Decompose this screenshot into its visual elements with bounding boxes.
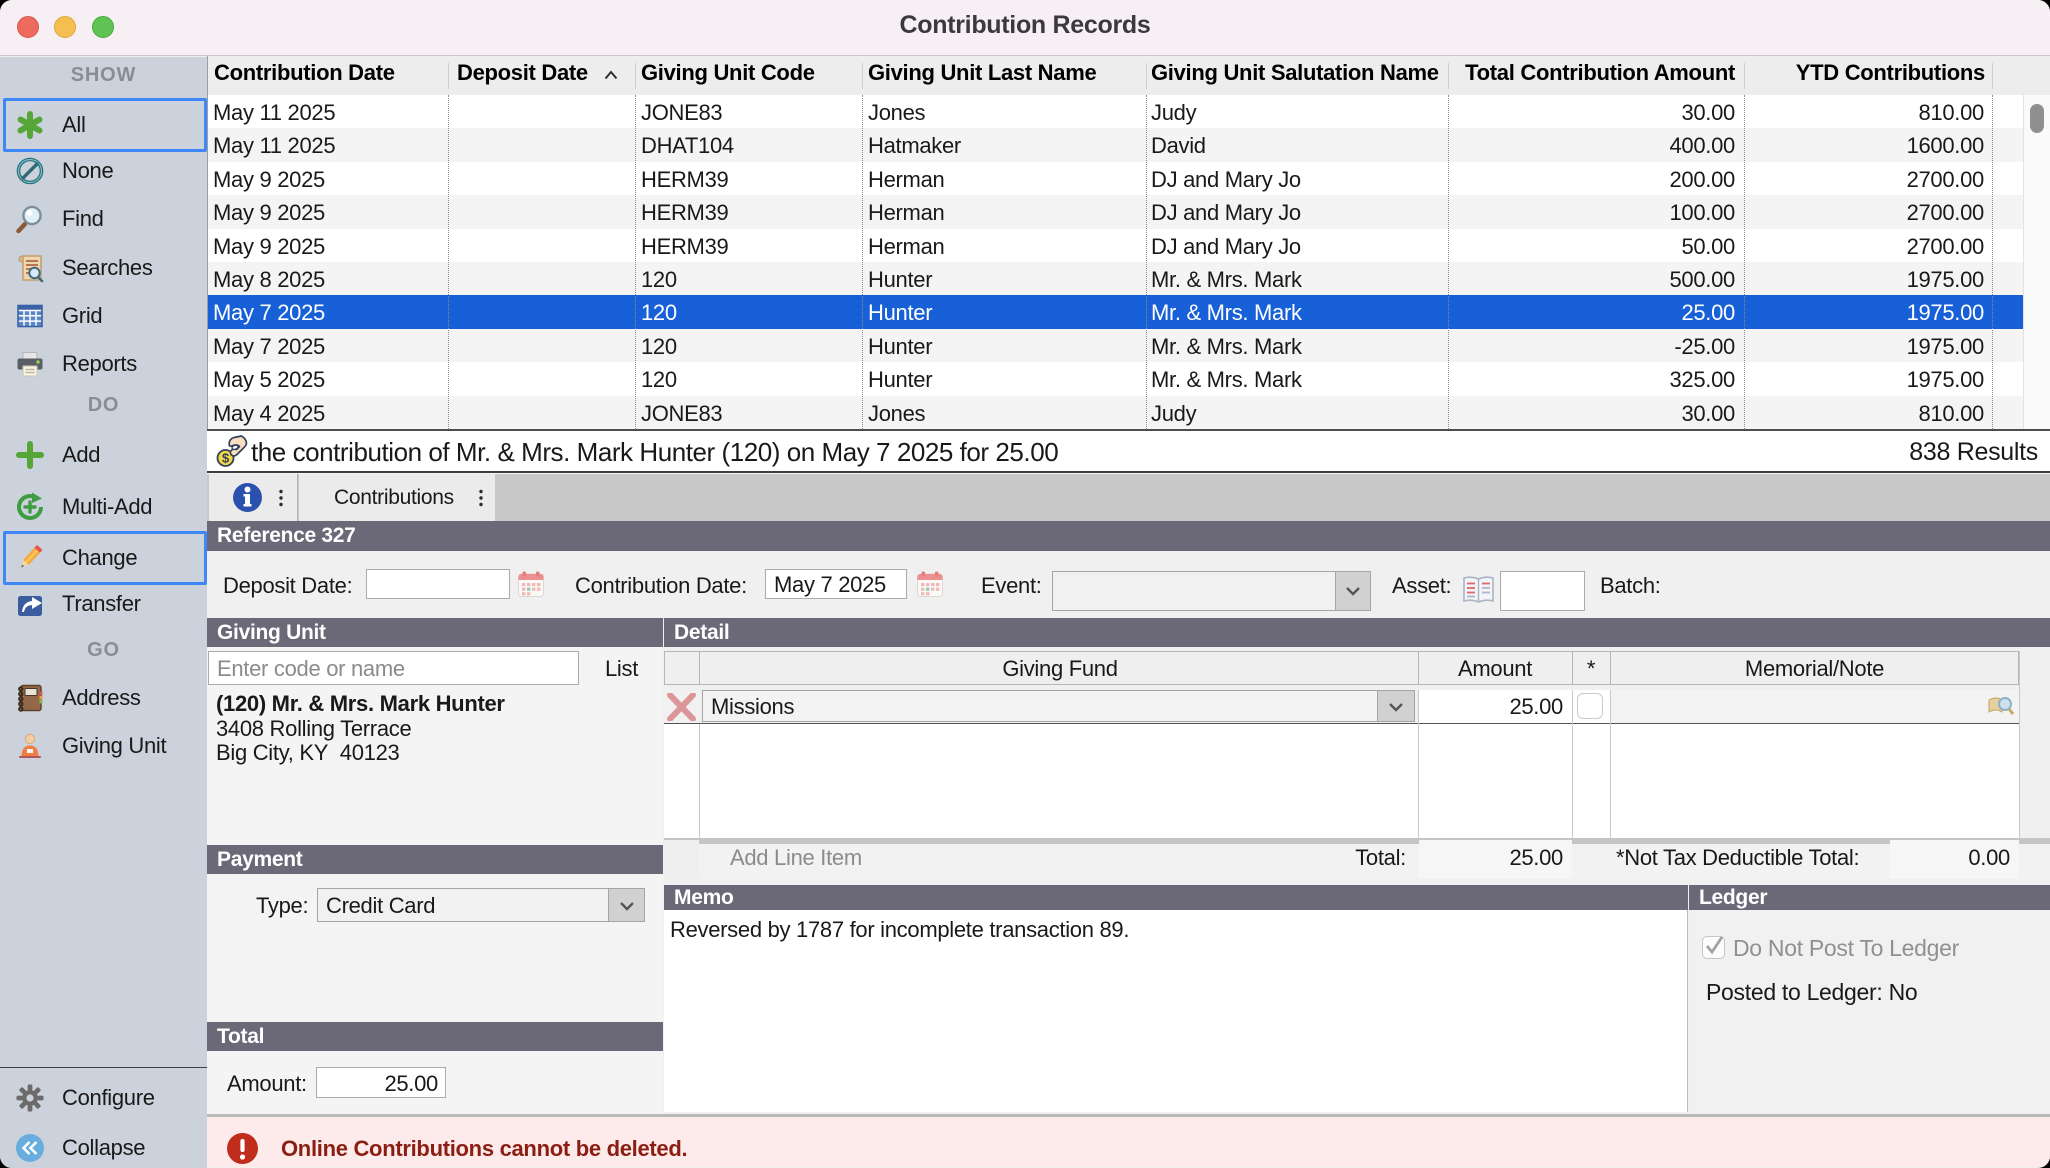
svg-text:$: $ — [222, 451, 230, 466]
